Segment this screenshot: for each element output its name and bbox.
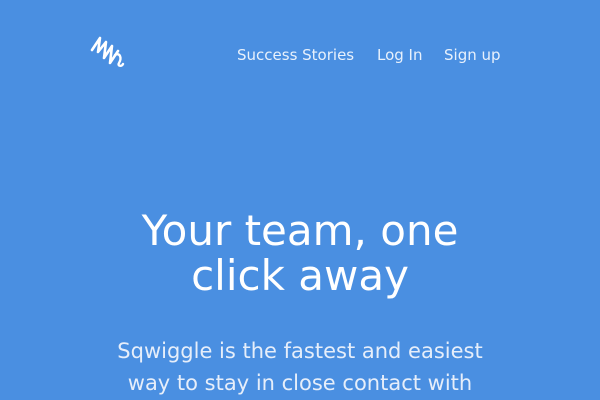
hero-subtitle: Sqwiggle is the fastest and easiest way …	[0, 335, 600, 399]
nav-link-success-stories[interactable]: Success Stories	[237, 44, 354, 66]
nav-link-sign-up[interactable]: Sign up	[444, 44, 501, 66]
hero-title: Your team, one click away	[0, 208, 600, 298]
hero-subtitle-line-2: way to stay in close contact with	[127, 371, 473, 395]
hero-subtitle-line-1: Sqwiggle is the fastest and easiest	[117, 339, 483, 363]
nav-link-log-in[interactable]: Log In	[377, 44, 423, 66]
hero-title-line-1: Your team, one	[141, 206, 459, 255]
hero-title-line-2: click away	[191, 251, 409, 300]
squiggle-logo-icon[interactable]	[89, 34, 125, 70]
